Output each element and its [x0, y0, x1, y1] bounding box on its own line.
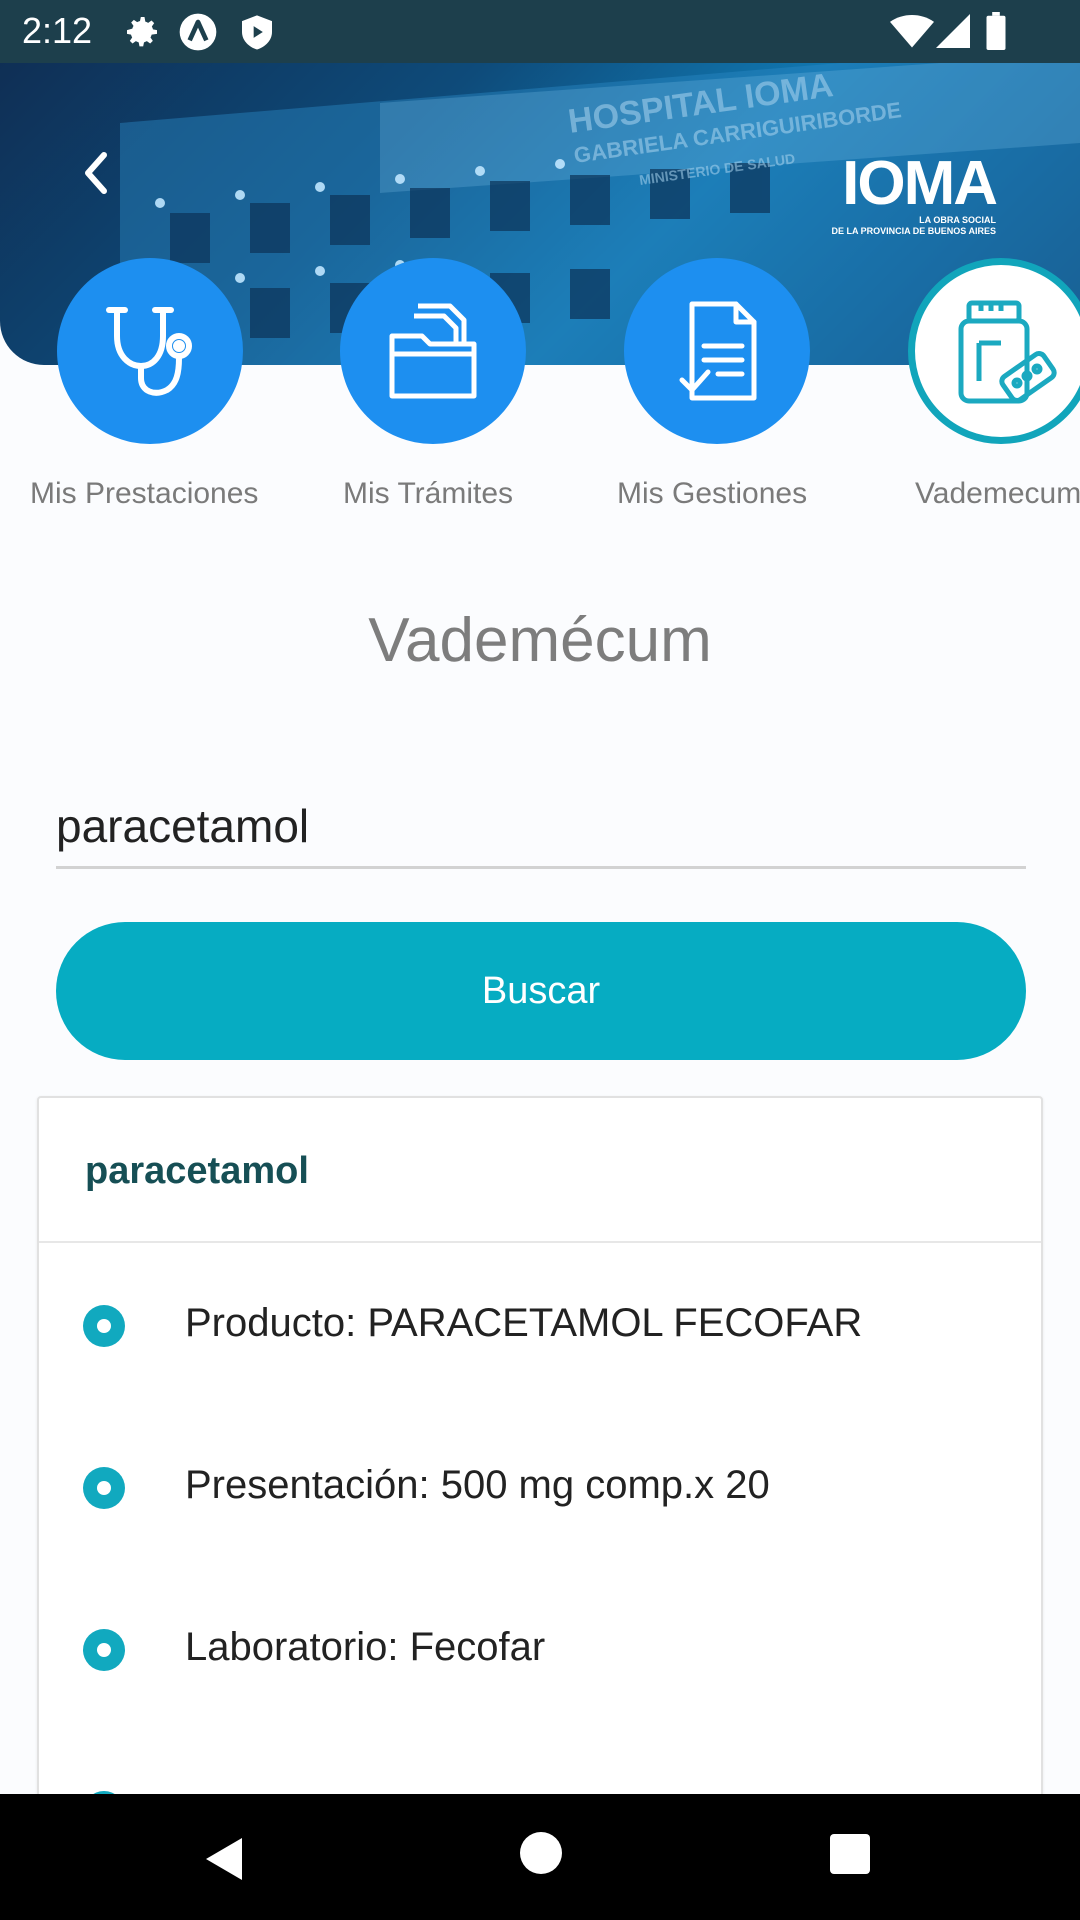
ioma-logo: IOMA LA OBRA SOCIAL DE LA PROVINCIA DE B… — [816, 149, 998, 237]
category-label-mis-prestaciones: Mis Prestaciones — [30, 477, 259, 510]
pill-bottle-icon — [958, 300, 1057, 404]
nav-recents-icon[interactable] — [830, 1834, 870, 1874]
category-vademecum[interactable] — [908, 258, 1080, 444]
nav-back-icon[interactable] — [200, 1834, 250, 1884]
gear-icon — [127, 17, 157, 47]
bullet-icon — [83, 1629, 125, 1671]
category-mis-prestaciones[interactable] — [57, 258, 243, 444]
status-bar: 2:12 — [0, 0, 1080, 63]
stethoscope-icon — [106, 307, 192, 396]
category-mis-gestiones[interactable] — [624, 258, 810, 444]
result-item-text: Laboratorio: Fecofar — [185, 1625, 546, 1669]
logo-tagline-2: DE LA PROVINCIA DE BUENOS AIRES — [831, 226, 996, 236]
system-nav-bar — [0, 1794, 1080, 1920]
category-label-mis-tramites: Mis Trámites — [343, 477, 514, 510]
bullet-icon — [83, 1305, 125, 1347]
search-input[interactable] — [56, 785, 1026, 869]
signal-icon — [936, 14, 970, 48]
shield-icon — [242, 15, 272, 50]
back-button[interactable] — [72, 143, 122, 203]
search-button[interactable]: Buscar — [56, 922, 1026, 1060]
wifi-icon — [890, 14, 934, 48]
bullet-icon — [83, 1467, 125, 1509]
result-item-text: Producto: PARACETAMOL FECOFAR — [185, 1301, 863, 1345]
status-time: 2:12 — [22, 10, 93, 51]
folder-icon — [389, 303, 477, 399]
logo-name: IOMA — [842, 149, 998, 218]
result-title: paracetamol — [85, 1150, 309, 1192]
document-check-icon — [679, 301, 757, 401]
result-item-text: Presentación: 500 mg comp.x 20 — [185, 1463, 770, 1507]
nav-home-icon[interactable] — [520, 1832, 562, 1874]
divider — [39, 1241, 1041, 1243]
battery-icon — [986, 12, 1006, 50]
category-mis-tramites[interactable] — [340, 258, 526, 444]
page-title: Vademécum — [368, 606, 712, 675]
category-label-mis-gestiones: Mis Gestiones — [617, 477, 808, 510]
category-label-vademecum: Vademecum — [915, 477, 1080, 510]
a-icon — [179, 13, 217, 51]
